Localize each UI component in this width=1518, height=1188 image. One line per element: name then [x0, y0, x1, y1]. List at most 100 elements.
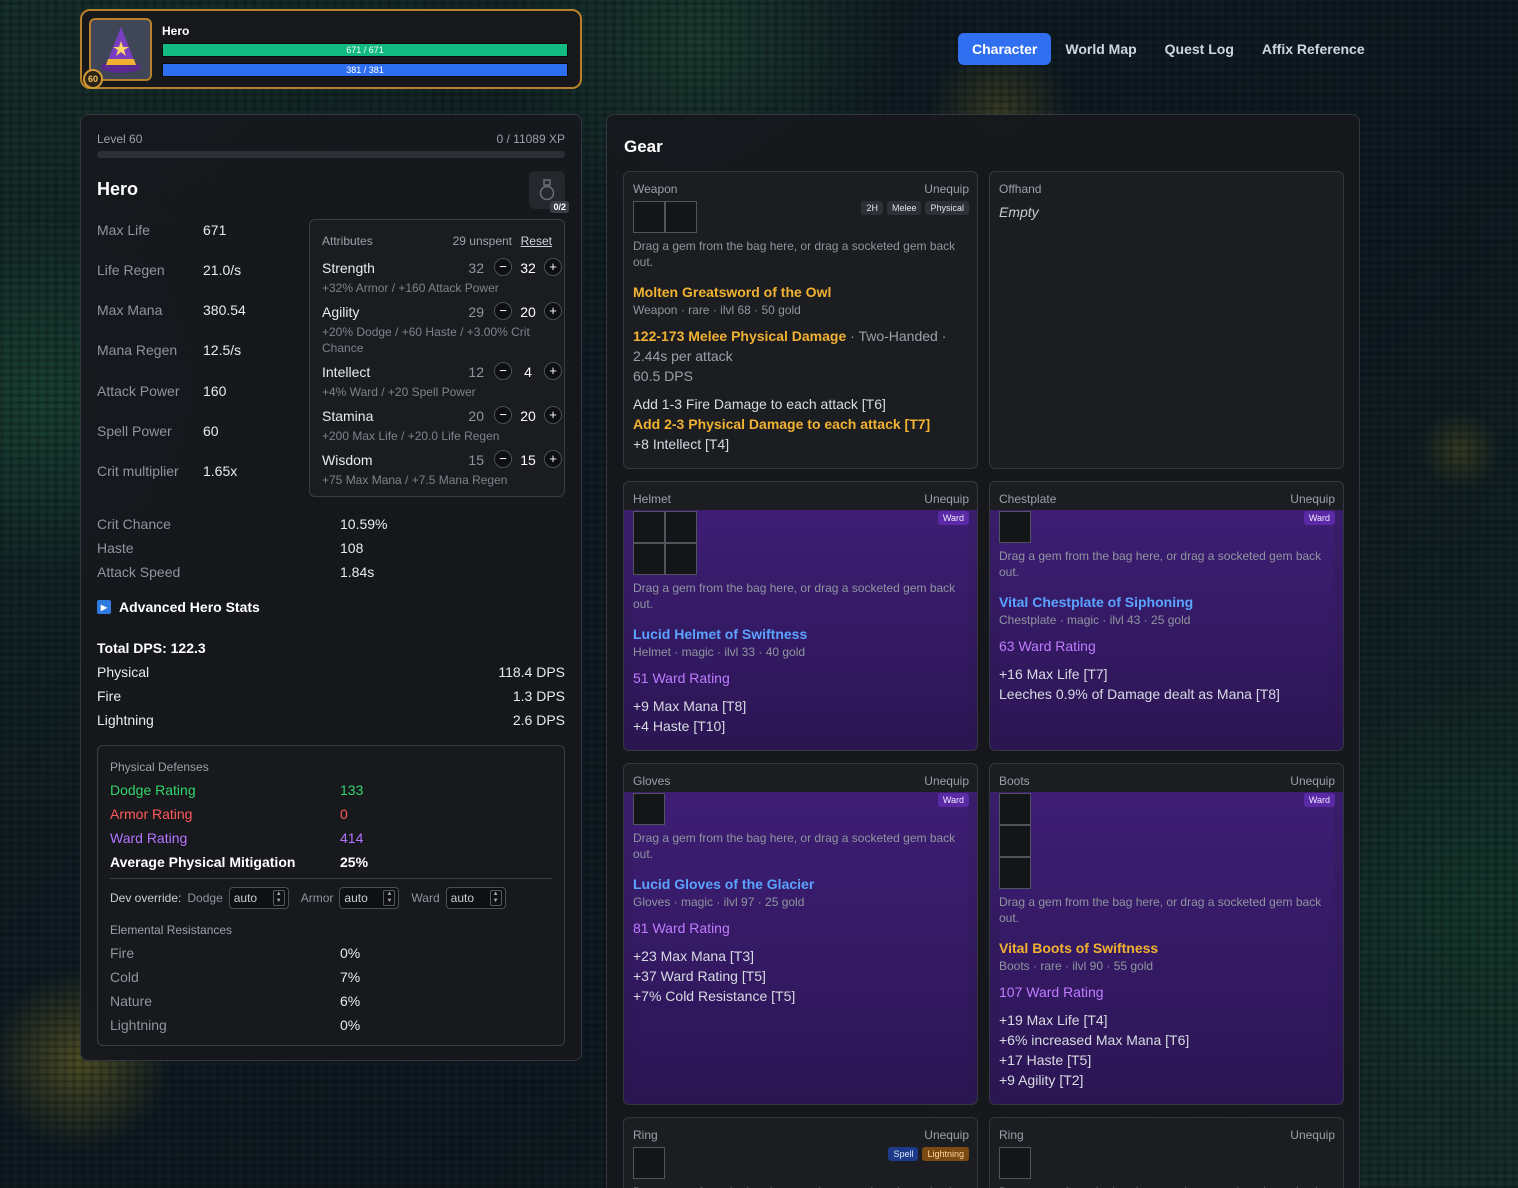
gear-slot-weapon[interactable]: Weapon Unequip 2H Melee Physical Drag a … [623, 171, 978, 469]
tag-ward: Ward [937, 511, 969, 525]
decrease-button[interactable]: − [494, 450, 512, 468]
tab-character[interactable]: Character [958, 33, 1052, 65]
increase-button[interactable]: + [544, 406, 562, 424]
decrease-button[interactable]: − [494, 406, 512, 424]
gem-socket[interactable] [999, 857, 1031, 889]
socket-grid [999, 511, 1063, 543]
gem-socket[interactable] [665, 543, 697, 575]
dps-value: 118.4 DPS [498, 664, 565, 680]
gem-socket[interactable] [633, 543, 665, 575]
slot-name: Ring [633, 1128, 658, 1142]
unequip-button[interactable]: Unequip [1290, 492, 1335, 506]
attribute-current: 20 [520, 304, 536, 320]
hero-name: Hero [162, 24, 190, 38]
attribute-name: Agility [322, 304, 360, 320]
decrease-button[interactable]: − [494, 302, 512, 320]
gem-socket[interactable] [665, 201, 697, 233]
field-value: auto [344, 891, 368, 905]
item-tags: Ward [1303, 793, 1335, 807]
dev-field-label: Dodge [187, 891, 223, 905]
total-dps: Total DPS: 122.3 [97, 640, 206, 656]
gear-slot-boots[interactable]: Boots Unequip Ward Drag a gem from the b… [989, 763, 1344, 1105]
potion-slot[interactable]: 0/2 [529, 171, 569, 213]
gem-socket[interactable] [999, 1147, 1031, 1179]
tag-ward: Ward [1303, 511, 1335, 525]
armor-override-input[interactable]: auto ▲ ▼ [339, 887, 400, 909]
unequip-button[interactable]: Unequip [924, 1128, 969, 1142]
item-base-stat: 63 Ward Rating [999, 638, 1096, 654]
decrease-button[interactable]: − [494, 258, 512, 276]
dodge-override-input[interactable]: auto ▲ ▼ [228, 887, 289, 909]
resist-value: 0% [340, 1017, 361, 1033]
defense-label: Dodge Rating [110, 782, 196, 798]
item-affix: +7% Cold Resistance [T5] [633, 988, 796, 1004]
increase-button[interactable]: + [544, 258, 562, 276]
stat-label: Attack Power [97, 383, 180, 399]
resist-fire: Fire 0% [110, 945, 550, 961]
damage-text: 122-173 Melee Physical Damage [633, 328, 847, 344]
advanced-stats-toggle[interactable]: ▶ Advanced Hero Stats [97, 599, 260, 615]
gem-socket[interactable] [633, 1147, 665, 1179]
gem-socket[interactable] [665, 511, 697, 543]
item-meta: Weapon · rare · ilvl 68 · 50 gold [633, 303, 801, 317]
decrease-button[interactable]: − [494, 362, 512, 380]
gear-slot-ring-1[interactable]: Ring Unequip Spell Lightning Drag a gem … [623, 1117, 978, 1188]
unequip-button[interactable]: Unequip [924, 182, 969, 196]
defense-mitigation: Average Physical Mitigation 25% [110, 854, 550, 870]
socket-grid [633, 793, 697, 825]
resist-cold: Cold 7% [110, 969, 550, 985]
attribute-current: 32 [520, 260, 536, 276]
spinner-icon[interactable]: ▲ ▼ [489, 890, 502, 906]
attribute-desc: +20% Dodge / +60 Haste / +3.00% Crit Cha… [322, 325, 530, 355]
advanced-stats-label: Advanced Hero Stats [119, 599, 260, 615]
attributes-reset-button[interactable]: Reset [521, 234, 552, 248]
potion-count: 0/2 [550, 201, 569, 213]
unequip-button[interactable]: Unequip [924, 492, 969, 506]
unequip-button[interactable]: Unequip [1290, 774, 1335, 788]
tab-affix-reference[interactable]: Affix Reference [1248, 33, 1379, 65]
stat-value: 12.5/s [203, 342, 242, 358]
spinner-icon[interactable]: ▲ ▼ [383, 890, 396, 906]
gear-slot-chestplate[interactable]: Chestplate Unequip Ward Drag a gem from … [989, 481, 1344, 751]
gem-socket[interactable] [633, 201, 665, 233]
item-tags: Ward [937, 793, 969, 807]
xp-bar [97, 151, 565, 158]
item-affix: Add 2-3 Physical Damage to each attack [… [633, 416, 931, 432]
gear-slot-gloves[interactable]: Gloves Unequip Ward Drag a gem from the … [623, 763, 978, 1105]
item-meta: Chestplate · magic · ilvl 43 · 25 gold [999, 613, 1191, 627]
increase-button[interactable]: + [544, 302, 562, 320]
socket-grid [633, 201, 697, 233]
gem-socket[interactable] [999, 511, 1031, 543]
tab-quest-log[interactable]: Quest Log [1151, 33, 1248, 65]
gem-socket[interactable] [999, 793, 1031, 825]
stat-label: Spell Power [97, 423, 172, 439]
unequip-button[interactable]: Unequip [924, 774, 969, 788]
item-affix: +6% increased Max Mana [T6] [999, 1032, 1190, 1048]
spinner-icon[interactable]: ▲ ▼ [272, 890, 285, 906]
stat-label: Life Regen [97, 262, 165, 278]
socket-grid [999, 793, 1031, 889]
resist-lightning: Lightning 0% [110, 1017, 550, 1033]
gear-slot-offhand[interactable]: Offhand Empty [989, 171, 1344, 469]
weapon-damage: 122-173 Melee Physical Damage · Two-Hand… [633, 326, 968, 366]
socket-hint: Drag a gem from the bag here, or drag a … [999, 549, 1322, 579]
main-nav: Character World Map Quest Log Affix Refe… [958, 33, 1379, 65]
gear-slot-ring-2[interactable]: Ring Unequip Drag a gem from the bag her… [989, 1117, 1344, 1188]
defense-value: 414 [340, 830, 364, 846]
increase-button[interactable]: + [544, 450, 562, 468]
increase-button[interactable]: + [544, 362, 562, 380]
slot-name: Offhand [999, 182, 1042, 196]
gear-slot-helmet[interactable]: Helmet Unequip Ward Drag a gem from the … [623, 481, 978, 751]
unequip-button[interactable]: Unequip [1290, 1128, 1335, 1142]
gem-socket[interactable] [999, 825, 1031, 857]
gem-socket[interactable] [633, 511, 665, 543]
socket-hint: Drag a gem from the bag here, or drag a … [633, 1184, 968, 1188]
character-name: Hero [97, 179, 139, 199]
tab-world-map[interactable]: World Map [1051, 33, 1150, 65]
ward-override-input[interactable]: auto ▲ ▼ [445, 887, 506, 909]
item-affix: +4 Haste [T10] [633, 718, 726, 734]
slot-name: Helmet [633, 492, 672, 506]
socket-grid [633, 1147, 697, 1179]
tag-2h: 2H [861, 201, 883, 215]
gem-socket[interactable] [633, 793, 665, 825]
